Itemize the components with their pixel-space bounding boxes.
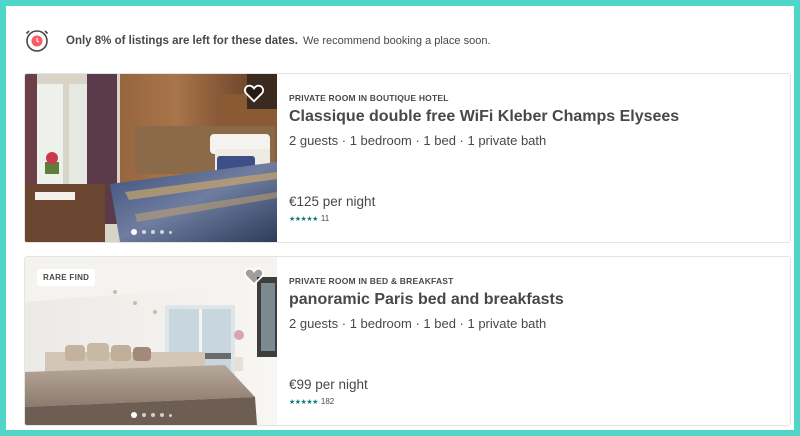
carousel-dot[interactable] (150, 413, 155, 417)
listing-card[interactable]: PRIVATE ROOM IN BOUTIQUE HOTEL Classique… (24, 73, 791, 243)
listing-rating: ★★★★★ 182 (289, 397, 334, 406)
listing-info: PRIVATE ROOM IN BED & BREAKFAST panorami… (289, 257, 780, 425)
listing-photo[interactable] (25, 74, 277, 242)
carousel-dot[interactable] (150, 230, 155, 234)
review-count: 11 (320, 214, 330, 223)
heart-icon[interactable] (243, 82, 265, 104)
carousel-dot[interactable] (159, 413, 164, 417)
listing-rating: ★★★★★ 11 (289, 214, 329, 223)
listing-title[interactable]: Classique double free WiFi Kleber Champs… (289, 108, 679, 126)
listing-card[interactable]: RARE FIND PRIVATE ROOM IN BED & BREAKFAS… (24, 256, 791, 426)
listing-info: PRIVATE ROOM IN BOUTIQUE HOTEL Classique… (289, 74, 780, 242)
carousel-dot[interactable] (130, 229, 137, 235)
listing-specs: 2 guests · 1 bedroom · 1 bed · 1 private… (289, 133, 547, 148)
listing-type: PRIVATE ROOM IN BED & BREAKFAST (289, 276, 454, 286)
carousel-dot[interactable] (141, 230, 146, 234)
availability-notice: Only 8% of listings are left for these d… (24, 24, 491, 58)
photo-carousel-dots[interactable] (25, 229, 277, 235)
carousel-dot[interactable] (159, 230, 164, 234)
notice-headline: Only 8% of listings are left for these d… (66, 35, 298, 47)
notice-text: We recommend booking a place soon. (302, 35, 491, 47)
hotel-room-photo (25, 74, 277, 242)
heart-icon[interactable] (243, 265, 265, 287)
listing-specs: 2 guests · 1 bedroom · 1 bed · 1 private… (289, 316, 547, 331)
star-rating-icon: ★★★★★ (289, 215, 318, 223)
star-rating-icon: ★★★★★ (289, 398, 318, 406)
carousel-dot[interactable] (141, 413, 146, 417)
photo-carousel-dots[interactable] (25, 412, 277, 418)
clock-alert-icon (25, 30, 49, 52)
carousel-dot[interactable] (130, 412, 137, 418)
page-frame: Only 8% of listings are left for these d… (0, 0, 800, 436)
listing-type: PRIVATE ROOM IN BOUTIQUE HOTEL (289, 93, 449, 103)
rare-find-badge: RARE FIND (37, 269, 96, 286)
review-count: 182 (320, 397, 335, 406)
listing-title[interactable]: panoramic Paris bed and breakfasts (289, 291, 564, 309)
carousel-dot[interactable] (168, 413, 172, 417)
listing-price: €125 per night (289, 194, 376, 209)
carousel-dot[interactable] (168, 230, 172, 234)
listing-photo[interactable]: RARE FIND (25, 257, 277, 425)
listing-price: €99 per night (289, 377, 368, 392)
